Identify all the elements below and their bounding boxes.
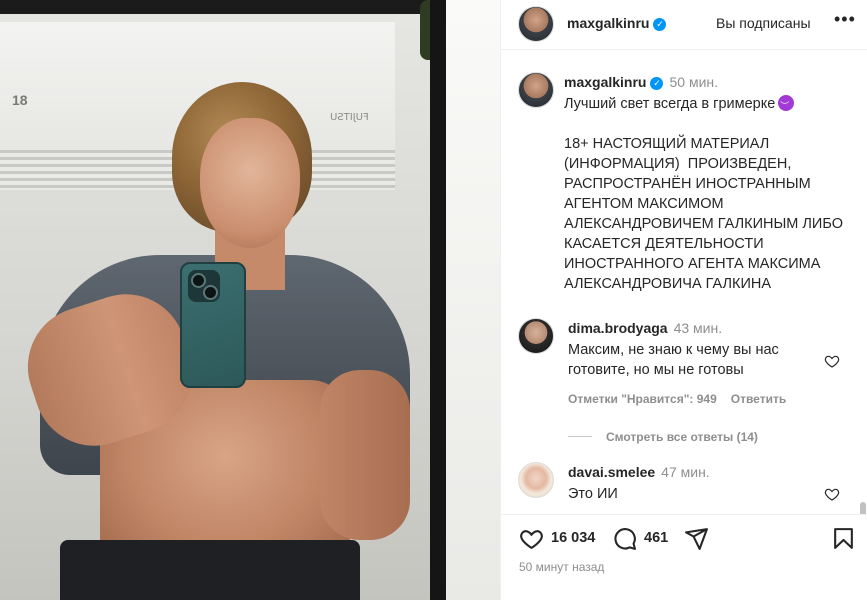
likes-count[interactable]: 16 034 xyxy=(551,530,595,546)
comment-text: Максим, не знаю к чему вы нас готовите, … xyxy=(568,342,779,378)
post-header: maxgalkinru ✓ Вы подписаны ••• xyxy=(501,0,867,50)
caption-time: 50 мин. xyxy=(669,74,719,90)
comment-item: dima.brodyaga 43 мин. Максим, не знаю к ч… xyxy=(518,318,858,438)
comment-like-icon[interactable] xyxy=(824,486,840,502)
scrollbar-thumb[interactable] xyxy=(860,502,866,514)
caption-meta: maxgalkinru ✓ 50 мин. xyxy=(564,74,718,90)
comment-text: Это ИИ xyxy=(568,486,618,502)
comment-likes-count[interactable]: Отметки "Нравится": 949 xyxy=(568,392,717,406)
heart-icon xyxy=(520,529,543,549)
comment-meta: Отметки "Нравится": 949 Ответить xyxy=(568,392,800,406)
paper-plane-icon xyxy=(685,527,708,550)
like-button[interactable]: 16 034 xyxy=(519,525,595,551)
commenter-avatar[interactable] xyxy=(518,462,554,498)
comment-bubble-icon xyxy=(614,527,636,550)
face xyxy=(200,118,300,248)
caption-username[interactable]: maxgalkinru xyxy=(564,74,646,90)
smartphone xyxy=(180,262,246,388)
post-actions: 16 034 461 50 минут назад xyxy=(501,514,867,600)
mirror-frame-right xyxy=(430,0,446,600)
caption-text: Лучший свет всегда в гримерке 18+ НАСТОЯ… xyxy=(564,94,854,294)
shorts xyxy=(60,540,360,600)
post-photo[interactable]: 18 FUJITSU xyxy=(0,0,500,600)
comment-time: 43 мин. xyxy=(673,320,723,336)
share-button[interactable] xyxy=(684,525,709,551)
verified-badge-icon: ✓ xyxy=(650,77,664,90)
follow-status-button[interactable]: Вы подписаны xyxy=(716,15,811,31)
post-time-ago[interactable]: 50 минут назад xyxy=(519,560,604,574)
bookmark-icon xyxy=(834,527,853,549)
right-arm xyxy=(320,370,410,540)
commenter-username[interactable]: dima.brodyaga xyxy=(568,320,668,336)
comment-item: davai.smelee 47 мин. Это ИИ xyxy=(518,462,858,514)
comments-area[interactable]: maxgalkinru ✓ 50 мин. Лучший свет всегда в… xyxy=(501,52,867,514)
comment-header: davai.smelee 47 мин. xyxy=(568,464,710,480)
author-username[interactable]: maxgalkinru ✓ xyxy=(567,15,667,31)
comment-reply-button[interactable]: Ответить xyxy=(731,392,786,406)
comment-like-icon[interactable] xyxy=(824,353,840,369)
commenter-username[interactable]: davai.smelee xyxy=(568,464,655,480)
commenter-avatar[interactable] xyxy=(518,318,554,354)
caption-author-avatar[interactable] xyxy=(518,72,554,108)
comment-time: 47 мин. xyxy=(661,464,710,480)
comment-header: dima.brodyaga 43 мин. xyxy=(568,320,722,336)
save-button[interactable] xyxy=(831,525,856,551)
comment-button[interactable]: 461 xyxy=(612,525,668,551)
comments-count[interactable]: 461 xyxy=(644,530,668,546)
background-beyond-mirror xyxy=(446,0,500,600)
more-options-icon[interactable]: ••• xyxy=(834,9,856,30)
phone-camera xyxy=(188,270,220,302)
caption-line1: Лучший свет всегда в гримерке xyxy=(564,96,776,112)
author-avatar[interactable] xyxy=(518,6,554,42)
smiling-devil-emoji-icon xyxy=(778,95,795,116)
author-username-text[interactable]: maxgalkinru xyxy=(567,15,649,31)
verified-badge-icon: ✓ xyxy=(653,18,667,31)
post-panel: maxgalkinru ✓ Вы подписаны ••• maxgalkinr… xyxy=(500,0,867,600)
caption-body: 18+ НАСТОЯЩИЙ МАТЕРИАЛ (ИНФОРМАЦИЯ) ПРОИ… xyxy=(564,136,848,292)
view-replies-button[interactable]: Смотреть все ответы (14) xyxy=(568,430,758,444)
person xyxy=(0,0,430,600)
